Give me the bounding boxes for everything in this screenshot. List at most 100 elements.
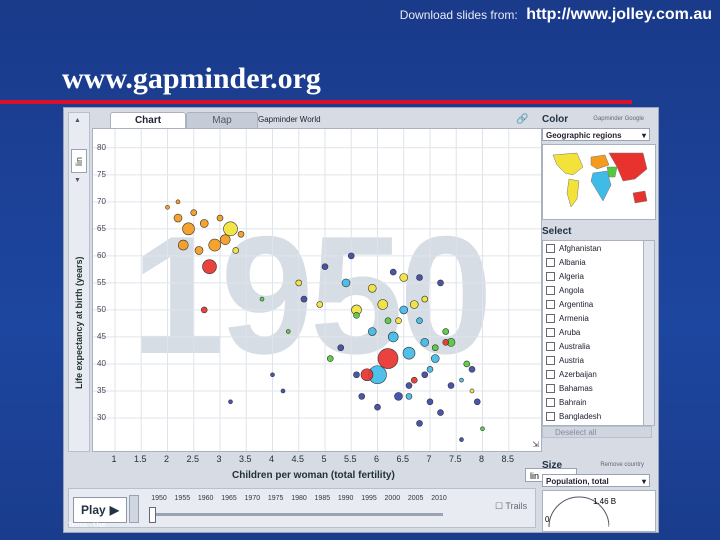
country-bubble[interactable] — [326, 355, 334, 362]
speed-slider[interactable] — [129, 495, 139, 523]
country-bubble[interactable] — [416, 274, 423, 281]
chevron-down-icon[interactable]: ▼ — [74, 177, 81, 184]
timeline-year[interactable]: 1950 — [151, 495, 167, 502]
country-checkbox[interactable] — [546, 327, 555, 337]
country-item[interactable]: Armenia — [543, 311, 643, 325]
country-bubble[interactable] — [358, 393, 366, 400]
country-bubble[interactable] — [165, 204, 170, 210]
country-bubble[interactable] — [216, 214, 224, 222]
country-checkbox[interactable] — [546, 369, 555, 379]
country-bubble[interactable] — [426, 398, 434, 406]
timeline-year[interactable]: 2010 — [431, 495, 447, 502]
timeline-year[interactable]: 1980 — [291, 495, 307, 502]
timeline-year[interactable]: 1970 — [245, 495, 261, 502]
country-item[interactable]: Albania — [543, 255, 643, 269]
country-bubble[interactable] — [377, 348, 399, 369]
country-bubble[interactable] — [447, 382, 455, 389]
country-bubble[interactable] — [232, 247, 240, 254]
country-bubble[interactable] — [405, 393, 413, 400]
country-bubble[interactable] — [208, 238, 222, 252]
country-bubble[interactable] — [459, 437, 464, 442]
timeline-year[interactable]: 1955 — [175, 495, 191, 502]
country-bubble[interactable] — [399, 273, 409, 282]
tab-map[interactable]: Map — [186, 112, 258, 129]
color-select[interactable]: Geographic regions — [542, 128, 650, 142]
country-bubble[interactable] — [285, 329, 291, 334]
country-bubble[interactable] — [463, 360, 471, 368]
country-bubble[interactable] — [228, 399, 233, 405]
country-bubble[interactable] — [468, 366, 476, 373]
timeline-year[interactable]: 1960 — [198, 495, 214, 502]
country-item[interactable]: Bahamas — [543, 381, 643, 395]
country-list-scrollbar[interactable] — [643, 240, 655, 426]
chevron-up-icon[interactable]: ▲ — [74, 117, 81, 124]
timeline-year[interactable]: 2000 — [385, 495, 401, 502]
timeline-year[interactable]: 1975 — [268, 495, 284, 502]
country-bubble[interactable] — [295, 279, 303, 287]
deselect-all-button[interactable]: Deselect all — [542, 426, 652, 438]
link-icon[interactable]: 🔗 — [516, 114, 528, 125]
country-checkbox[interactable] — [546, 397, 555, 407]
country-bubble[interactable] — [389, 268, 397, 276]
country-bubble[interactable] — [259, 296, 265, 302]
country-bubble[interactable] — [480, 426, 485, 432]
source-url[interactable]: http://www.jolley.com.au — [526, 6, 712, 23]
country-item[interactable]: Argentina — [543, 297, 643, 311]
timeline-year[interactable]: 1990 — [338, 495, 354, 502]
country-checkbox[interactable] — [546, 271, 555, 281]
timeline-year[interactable]: 2005 — [408, 495, 424, 502]
country-bubble[interactable] — [442, 328, 450, 335]
country-bubble[interactable] — [374, 403, 381, 411]
country-bubble[interactable] — [384, 317, 392, 325]
country-bubble[interactable] — [377, 299, 389, 310]
country-bubble[interactable] — [173, 213, 183, 223]
timeline-year[interactable]: 1985 — [315, 495, 331, 502]
country-bubble[interactable] — [321, 263, 329, 270]
country-bubble[interactable] — [416, 317, 423, 325]
country-checkbox[interactable] — [546, 299, 555, 309]
country-checkbox[interactable] — [546, 285, 555, 295]
timeline-year[interactable]: 1995 — [361, 495, 377, 502]
country-item[interactable]: Algeria — [543, 269, 643, 283]
country-bubble[interactable] — [353, 312, 360, 319]
country-bubble[interactable] — [316, 301, 324, 308]
country-bubble[interactable] — [426, 366, 434, 373]
country-bubble[interactable] — [437, 279, 444, 287]
trails-checkbox[interactable]: ☐ Trails — [495, 501, 527, 512]
country-bubble[interactable] — [219, 234, 231, 245]
country-item[interactable]: Austria — [543, 353, 643, 367]
country-bubble[interactable] — [421, 295, 429, 303]
country-bubble[interactable] — [469, 388, 475, 394]
x-axis-label[interactable]: Children per woman (total fertility) — [232, 470, 395, 481]
region-map[interactable] — [542, 144, 656, 220]
country-item[interactable]: Bahrain — [543, 395, 643, 409]
country-checkbox[interactable] — [546, 313, 555, 323]
country-bubble[interactable] — [430, 354, 440, 363]
country-bubble[interactable] — [190, 209, 198, 216]
country-bubble[interactable] — [337, 344, 345, 352]
country-item[interactable]: Angola — [543, 283, 643, 297]
country-checkbox[interactable] — [546, 243, 555, 253]
country-bubble[interactable] — [199, 219, 209, 228]
country-bubble[interactable] — [270, 372, 275, 378]
country-bubble[interactable] — [399, 305, 409, 315]
country-item[interactable]: Bangladesh — [543, 409, 643, 423]
country-bubble[interactable] — [347, 252, 355, 260]
country-bubble[interactable] — [280, 388, 286, 394]
country-checkbox[interactable] — [546, 341, 555, 351]
country-bubble[interactable] — [202, 259, 217, 274]
country-checkbox[interactable] — [546, 411, 555, 421]
country-bubble[interactable] — [200, 306, 208, 314]
country-bubble[interactable] — [409, 300, 419, 309]
country-bubble[interactable] — [341, 278, 351, 288]
country-item[interactable]: Azerbaijan — [543, 367, 643, 381]
country-bubble[interactable] — [437, 409, 444, 416]
timeline-handle[interactable] — [149, 507, 156, 523]
country-checkbox[interactable] — [546, 355, 555, 365]
country-bubble[interactable] — [353, 371, 360, 379]
country-bubble[interactable] — [194, 246, 204, 255]
country-bubble[interactable] — [223, 221, 238, 237]
country-bubble[interactable] — [442, 339, 450, 346]
country-bubble[interactable] — [360, 368, 374, 382]
country-checkbox[interactable] — [546, 257, 555, 267]
